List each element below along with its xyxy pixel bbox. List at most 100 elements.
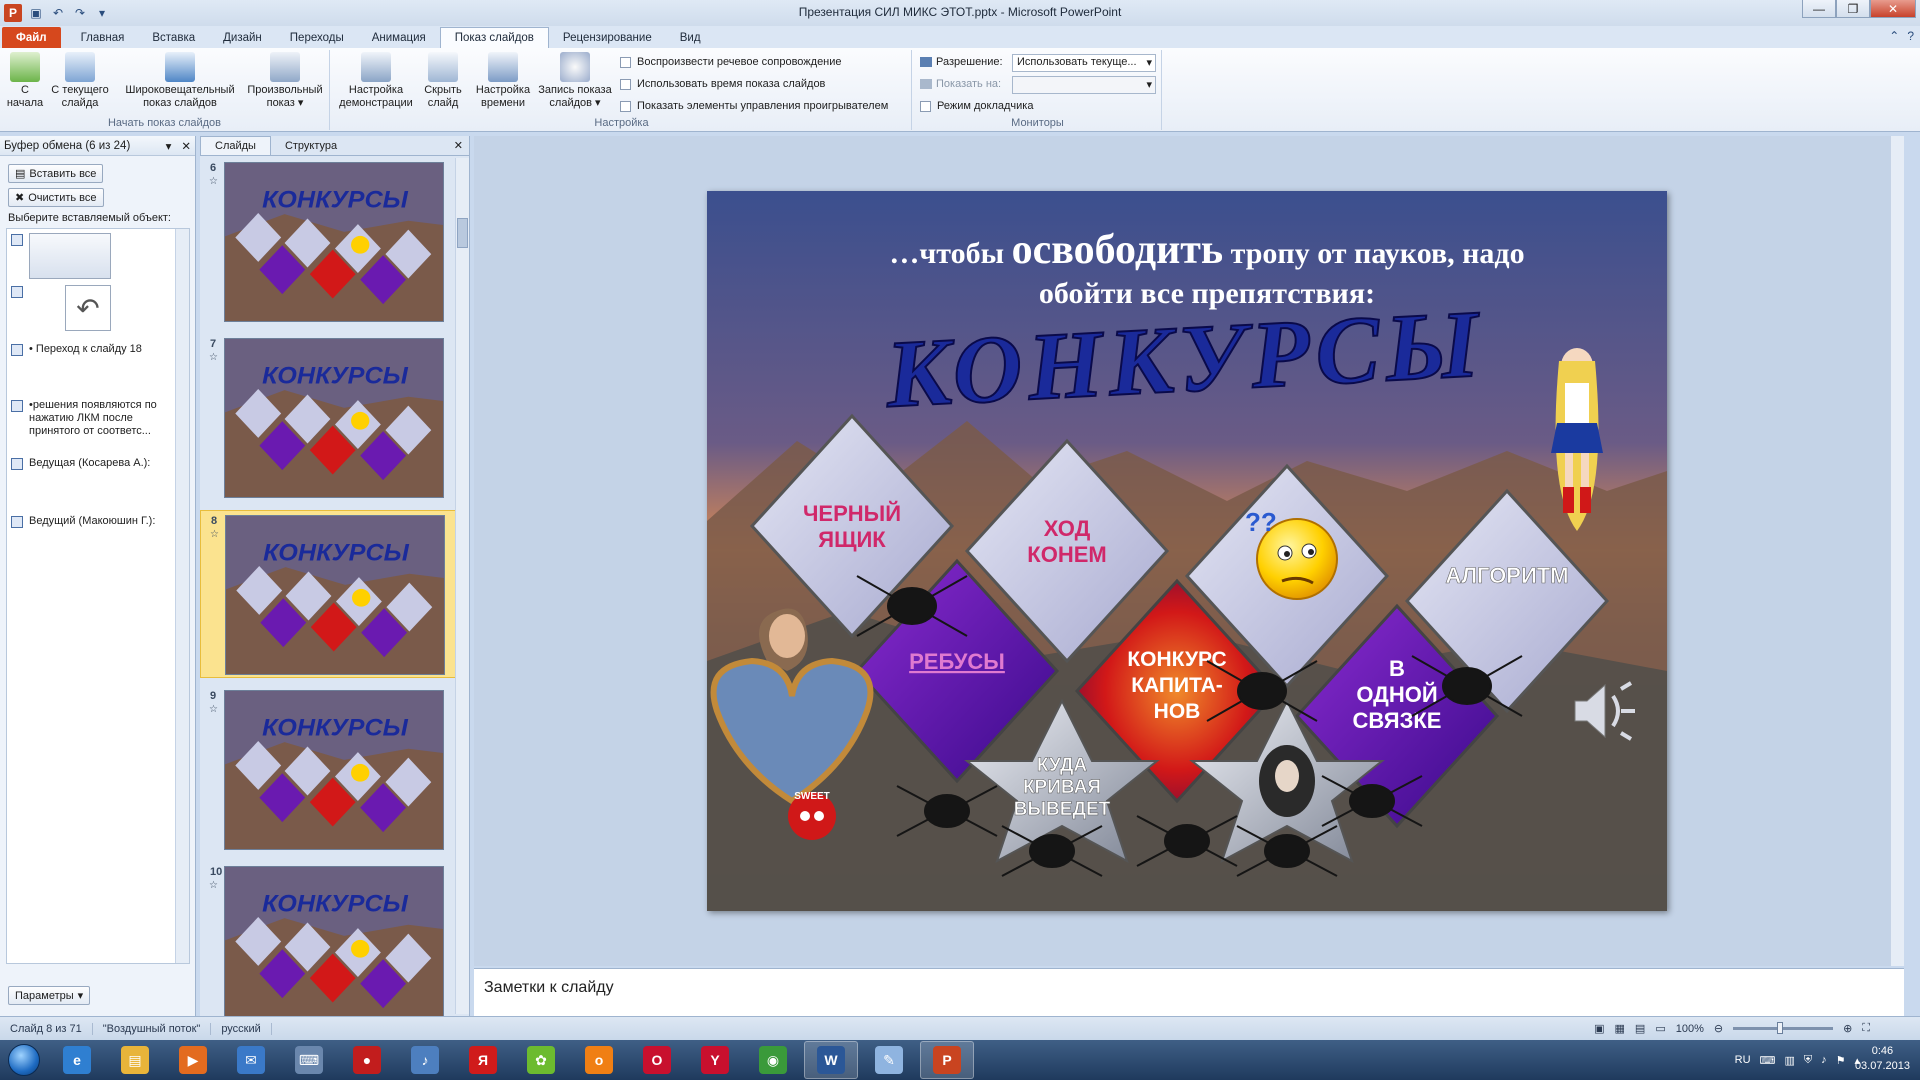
- tab-animations[interactable]: Анимация: [358, 27, 440, 48]
- show-on-dropdown[interactable]: ▾: [1012, 76, 1156, 94]
- slide-thumbnail[interactable]: 8 ☆ КОНКУРСЫ: [200, 510, 460, 678]
- custom-slideshow-button[interactable]: Произвольный показ ▾: [244, 52, 326, 110]
- tab-home[interactable]: Главная: [67, 27, 139, 48]
- record-slideshow-button[interactable]: Запись показа слайдов ▾: [536, 52, 614, 110]
- paste-all-button[interactable]: ▤ Вставить все: [8, 164, 104, 183]
- taskbar-app-button[interactable]: ✿: [514, 1041, 568, 1079]
- taskbar-clock[interactable]: 0:46 03.07.2013: [1855, 1044, 1910, 1074]
- slide-thumbnail[interactable]: 9 ☆ КОНКУРСЫ: [200, 686, 460, 854]
- clipboard-item[interactable]: Ведущий (Макоюшин Г.):: [11, 515, 171, 528]
- slide-thumbnail[interactable]: 10 ☆ КОНКУРСЫ: [200, 862, 460, 1030]
- tab-review[interactable]: Рецензирование: [549, 27, 666, 48]
- powerpoint-app-icon[interactable]: P: [4, 4, 22, 22]
- pane-close-icon[interactable]: ✕: [181, 139, 191, 153]
- tray-flag-icon[interactable]: ⚑: [1836, 1054, 1846, 1067]
- taskbar-app-button[interactable]: ▶: [166, 1041, 220, 1079]
- language-indicator[interactable]: RU: [1735, 1054, 1751, 1066]
- tab-transitions[interactable]: Переходы: [276, 27, 358, 48]
- slide-editor: …чтобы освободить тропу от пауков, надо …: [474, 136, 1904, 966]
- taskbar-app-button[interactable]: e: [50, 1041, 104, 1079]
- help-icon[interactable]: ?: [1907, 29, 1914, 43]
- pane-menu-icon[interactable]: ▾: [166, 139, 172, 153]
- clear-all-button[interactable]: ✖ Очистить все: [8, 188, 104, 207]
- close-button[interactable]: ✕: [1870, 0, 1916, 18]
- tile-label: РЕБУСЫ: [909, 649, 1005, 674]
- show-media-controls-checkbox[interactable]: Показать элементы управления проигрывате…: [620, 100, 888, 112]
- group-setup: Настройка демонстрации Скрыть слайд Наст…: [332, 50, 912, 130]
- play-narrations-checkbox[interactable]: Воспроизвести речевое сопровождение: [620, 56, 842, 68]
- zoom-out-icon[interactable]: ⊖: [1714, 1022, 1723, 1035]
- start-button[interactable]: [0, 1040, 48, 1080]
- save-icon[interactable]: ▣: [28, 5, 44, 21]
- from-beginning-button[interactable]: С начала: [4, 52, 46, 110]
- tab-file[interactable]: Файл: [2, 27, 61, 48]
- zoom-slider-thumb[interactable]: [1777, 1022, 1784, 1034]
- tab-design[interactable]: Дизайн: [209, 27, 276, 48]
- slides-scrollbar[interactable]: [455, 158, 469, 1014]
- slide-thumbnail[interactable]: 6 ☆ КОНКУРСЫ: [200, 158, 460, 326]
- taskbar-app-button[interactable]: O: [630, 1041, 684, 1079]
- clipboard-item[interactable]: • Переход к слайду 18: [11, 343, 171, 356]
- zoom-level[interactable]: 100%: [1676, 1023, 1704, 1035]
- tab-slides[interactable]: Слайды: [200, 136, 271, 155]
- taskbar-app-button[interactable]: о: [572, 1041, 626, 1079]
- taskbar-app-button[interactable]: Y: [688, 1041, 742, 1079]
- question-marks: ??: [1245, 507, 1277, 537]
- from-current-slide-button[interactable]: С текущего слайда: [48, 52, 112, 110]
- taskbar-app-button[interactable]: ◉: [746, 1041, 800, 1079]
- zoom-slider[interactable]: [1733, 1022, 1834, 1034]
- clipboard-item[interactable]: ↶: [11, 285, 171, 331]
- undo-icon[interactable]: ↶: [50, 5, 66, 21]
- fit-to-window-icon[interactable]: ⛶: [1862, 1022, 1870, 1035]
- customize-qat-icon[interactable]: ▾: [94, 5, 110, 21]
- taskbar-app-button[interactable]: W: [804, 1041, 858, 1079]
- tab-outline[interactable]: Структура: [271, 137, 351, 155]
- scrollbar-thumb[interactable]: [457, 218, 468, 248]
- clipboard-item[interactable]: Ведущая (Косарева А.):: [11, 457, 171, 470]
- svg-text:КОНКУРСЫ: КОНКУРСЫ: [262, 363, 409, 390]
- maximize-button[interactable]: ❐: [1836, 0, 1870, 18]
- editor-scrollbar[interactable]: [1890, 136, 1904, 966]
- slideshow-view-icon[interactable]: ▭: [1655, 1022, 1665, 1035]
- language-indicator[interactable]: русский: [211, 1022, 272, 1035]
- minimize-ribbon-icon[interactable]: ⌃: [1889, 29, 1899, 43]
- taskbar-app-button[interactable]: P: [920, 1041, 974, 1079]
- use-timings-checkbox[interactable]: Использовать время показа слайдов: [620, 78, 825, 90]
- clipboard-options-button[interactable]: Параметры ▾: [8, 986, 91, 1005]
- reading-view-icon[interactable]: ▤: [1635, 1022, 1645, 1035]
- slide-sorter-icon[interactable]: ▦: [1615, 1022, 1625, 1035]
- normal-view-icon[interactable]: ▣: [1594, 1022, 1604, 1035]
- resolution-dropdown[interactable]: Использовать текуще... ▾: [1012, 54, 1156, 72]
- clipboard-scrollbar[interactable]: [175, 229, 189, 963]
- taskbar-app-button[interactable]: Я: [456, 1041, 510, 1079]
- taskbar-app-button[interactable]: ●: [340, 1041, 394, 1079]
- tray-shield-icon[interactable]: ⛨: [1804, 1054, 1812, 1067]
- taskbar-app-button[interactable]: ✎: [862, 1041, 916, 1079]
- pane-close-icon[interactable]: ✕: [454, 139, 463, 152]
- slide-notes[interactable]: Заметки к слайду: [474, 968, 1904, 1016]
- slide-thumbnail[interactable]: 7 ☆ КОНКУРСЫ: [200, 334, 460, 502]
- minimize-button[interactable]: —: [1802, 0, 1836, 18]
- setup-slideshow-button[interactable]: Настройка демонстрации: [336, 52, 416, 110]
- tab-insert[interactable]: Вставка: [138, 27, 209, 48]
- taskbar-app-button[interactable]: ⌨: [282, 1041, 336, 1079]
- presenter-view-checkbox[interactable]: Режим докладчика: [920, 100, 1033, 112]
- broadcast-slideshow-button[interactable]: Широковещательный показ слайдов: [118, 52, 242, 110]
- tray-volume-icon[interactable]: ♪: [1821, 1054, 1827, 1066]
- tab-view[interactable]: Вид: [666, 27, 715, 48]
- tray-network-icon[interactable]: ▥: [1784, 1054, 1794, 1067]
- ie-icon: e: [63, 1046, 91, 1074]
- windows-taskbar: e ▤ ▶ ✉ ⌨ ● ♪ Я ✿ о O Y ◉ W ✎ P RU ⌨ ▥ ⛨ ♪ ⚑ ▴ 0:46 03.…: [0, 1040, 1920, 1080]
- rehearse-timings-button[interactable]: Настройка времени: [472, 52, 534, 110]
- clipboard-item[interactable]: •решения появляются по нажатию ЛКМ после…: [11, 399, 171, 438]
- hide-slide-button[interactable]: Скрыть слайд: [418, 52, 468, 110]
- redo-icon[interactable]: ↷: [72, 5, 88, 21]
- tray-keyboard-icon[interactable]: ⌨: [1760, 1054, 1776, 1067]
- taskbar-app-button[interactable]: ▤: [108, 1041, 162, 1079]
- zoom-in-icon[interactable]: ⊕: [1843, 1022, 1852, 1035]
- taskbar-app-button[interactable]: ✉: [224, 1041, 278, 1079]
- clipboard-item[interactable]: [11, 233, 171, 279]
- taskbar-app-button[interactable]: ♪: [398, 1041, 452, 1079]
- current-slide[interactable]: …чтобы освободить тропу от пауков, надо …: [707, 191, 1667, 911]
- tab-slide-show[interactable]: Показ слайдов: [439, 27, 549, 48]
